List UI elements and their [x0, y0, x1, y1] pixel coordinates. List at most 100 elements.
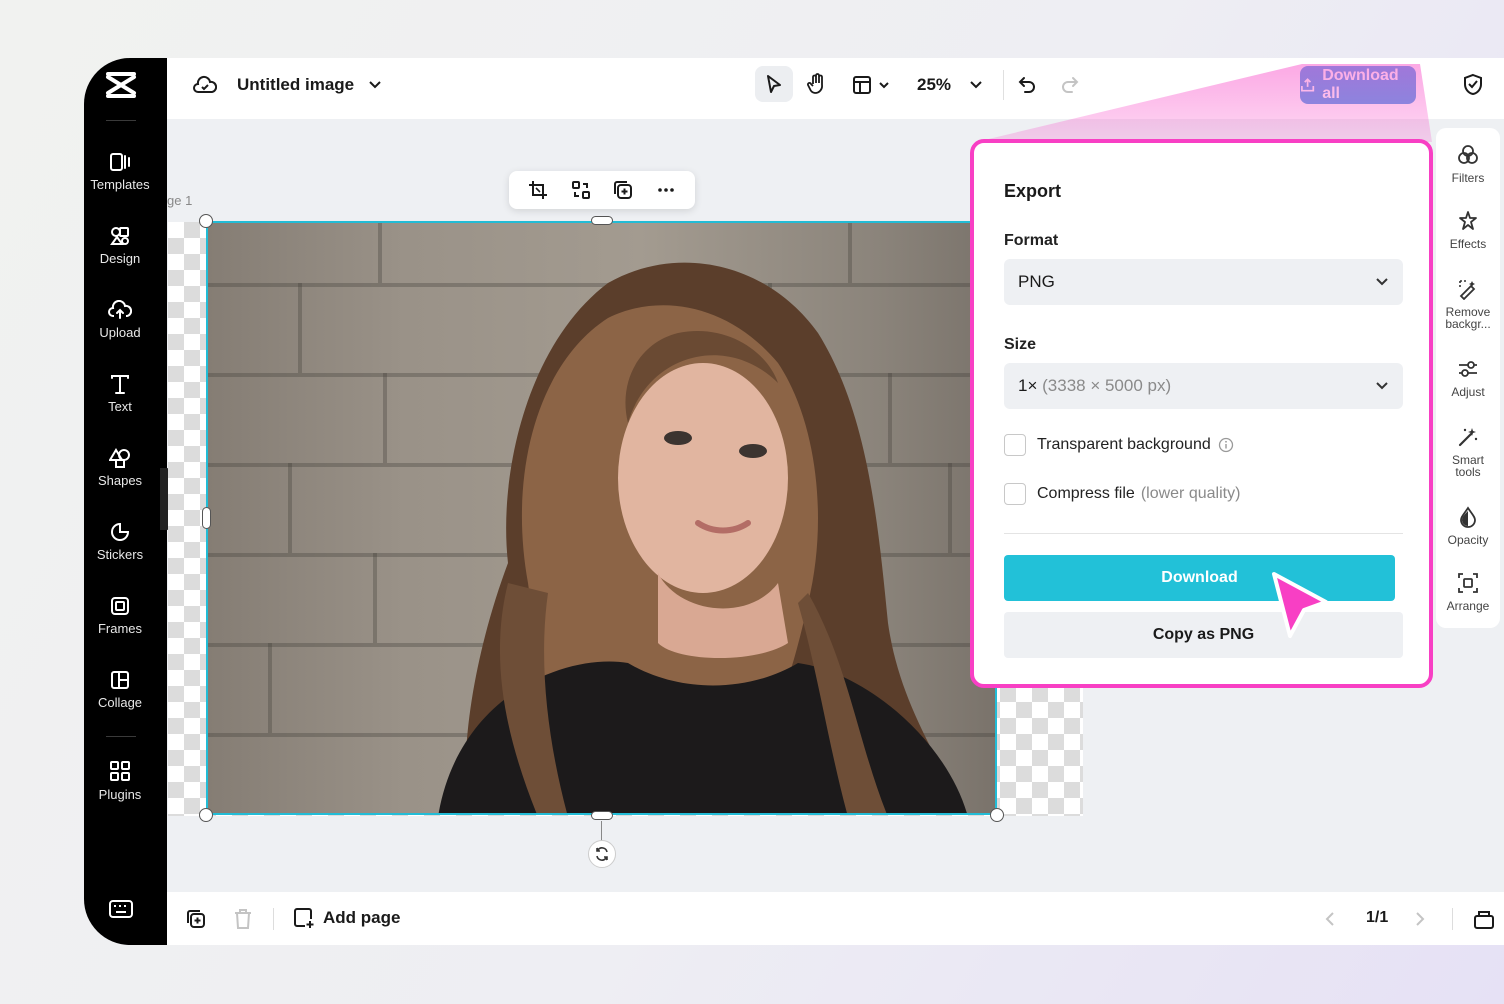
sidebar-item-label: Plugins — [98, 787, 142, 802]
sidebar-item-label: Templates — [90, 177, 150, 192]
sidebar-divider — [106, 120, 136, 121]
resize-handle-bottom-left[interactable] — [199, 808, 213, 822]
text-icon — [111, 375, 129, 394]
add-page-label: Add page — [323, 908, 401, 927]
sidebar-item-upload[interactable]: Upload — [84, 300, 156, 340]
tool-opacity[interactable]: Opacity — [1436, 506, 1500, 546]
top-bar: Untitled image 25% Download all — [167, 58, 1504, 119]
transparent-background-label: Transparent background — [1037, 436, 1211, 453]
cloud-save-icon[interactable] — [193, 75, 217, 95]
select-tool-button[interactable] — [755, 66, 793, 102]
effects-icon — [1459, 211, 1477, 230]
resize-handle-bottom[interactable] — [591, 811, 613, 820]
tool-label: tools — [1455, 465, 1481, 479]
more-options-icon[interactable] — [656, 180, 676, 200]
tool-adjust[interactable]: Adjust — [1436, 358, 1500, 398]
chevron-right-icon[interactable] — [1414, 911, 1426, 927]
resize-handle-top[interactable] — [591, 216, 613, 225]
resize-handle-left[interactable] — [202, 507, 211, 529]
title-dropdown[interactable]: Untitled image — [237, 75, 382, 95]
sidebar-item-text[interactable]: Text — [84, 374, 156, 414]
resize-handle-top-left[interactable] — [199, 214, 213, 228]
sidebar-divider — [106, 736, 136, 737]
sidebar-item-plugins[interactable]: Plugins — [84, 760, 156, 802]
add-page-button[interactable]: Add page — [293, 907, 400, 929]
layout-dropdown[interactable] — [852, 75, 890, 95]
templates-icon — [110, 153, 130, 171]
zoom-dropdown[interactable]: 25% — [917, 75, 983, 95]
sidebar-item-stickers[interactable]: Stickers — [84, 522, 156, 562]
sidebar-item-collage[interactable]: Collage — [84, 670, 156, 710]
arrange-icon — [1458, 573, 1478, 593]
tool-effects[interactable]: Effects — [1436, 210, 1500, 250]
tool-label: Effects — [1449, 237, 1487, 251]
hand-icon — [807, 73, 823, 94]
transparent-background-checkbox[interactable] — [1004, 434, 1026, 456]
left-sidebar: Templates Design Upload Text Shapes Stic… — [84, 58, 167, 945]
collage-icon — [111, 671, 129, 689]
add-page-icon — [294, 908, 314, 928]
plugins-icon — [110, 761, 130, 781]
shapes-icon — [109, 448, 130, 468]
replace-image-icon[interactable] — [571, 180, 591, 200]
format-select[interactable]: PNG — [1004, 259, 1403, 305]
tool-label: Filters — [1451, 171, 1485, 185]
redo-button[interactable] — [1060, 75, 1080, 95]
download-all-button[interactable]: Download all — [1300, 66, 1416, 104]
tool-label: Arrange — [1446, 599, 1490, 613]
crop-icon[interactable] — [528, 180, 548, 200]
capcut-logo[interactable] — [104, 70, 138, 100]
export-divider — [1004, 533, 1403, 534]
sidebar-item-shapes[interactable]: Shapes — [84, 448, 156, 488]
sidebar-item-label: Frames — [97, 621, 143, 636]
sidebar-item-label: Text — [108, 399, 132, 414]
duplicate-page-icon[interactable] — [185, 908, 207, 930]
sidebar-item-frames[interactable]: Frames — [84, 596, 156, 636]
sidebar-item-label: Shapes — [97, 473, 143, 488]
export-panel: Export Format PNG Size 1× (3338 × 5000 p… — [970, 139, 1433, 688]
sidebar-item-label: Stickers — [96, 547, 144, 562]
layout-icon — [853, 76, 871, 94]
delete-page-icon[interactable] — [233, 908, 253, 930]
rotate-connector — [601, 821, 602, 841]
bottom-divider — [1452, 908, 1453, 930]
hand-tool-button[interactable] — [798, 66, 836, 102]
chevron-down-icon — [879, 82, 889, 89]
compress-file-label: Compress file — [1037, 485, 1135, 502]
shield-button[interactable] — [1462, 73, 1484, 97]
rotate-button[interactable] — [588, 840, 616, 868]
zoom-level: 25% — [917, 75, 952, 94]
sidebar-item-label: Collage — [97, 695, 143, 710]
tool-arrange[interactable]: Arrange — [1436, 572, 1500, 612]
info-icon[interactable] — [1218, 437, 1234, 453]
pointer-cursor-icon — [1272, 572, 1328, 638]
sidebar-item-design[interactable]: Design — [84, 226, 156, 266]
size-select[interactable]: 1× (3338 × 5000 px) — [1004, 363, 1403, 409]
transparent-background-option[interactable]: Transparent background — [1004, 434, 1234, 456]
size-label: Size — [1004, 336, 1037, 353]
sidebar-item-templates[interactable]: Templates — [84, 152, 156, 192]
chevron-down-icon — [970, 81, 982, 89]
tool-smart-tools[interactable]: Smart tools — [1436, 426, 1500, 478]
duplicate-icon[interactable] — [613, 180, 633, 200]
canvas-image[interactable] — [206, 221, 997, 815]
undo-button[interactable] — [1017, 75, 1037, 95]
tool-remove-background[interactable]: Remove backgr... — [1436, 278, 1500, 330]
chevron-left-icon[interactable] — [1324, 911, 1336, 927]
compress-file-option[interactable]: Compress file (lower quality) — [1004, 483, 1240, 505]
frames-icon — [111, 597, 129, 615]
portrait-subject — [438, 262, 967, 813]
tool-label: backgr... — [1445, 317, 1491, 331]
remove-background-icon — [1459, 280, 1476, 300]
keyboard-icon[interactable] — [109, 900, 133, 918]
undo-icon — [1018, 77, 1035, 93]
compress-file-checkbox[interactable] — [1004, 483, 1026, 505]
copy-as-png-button[interactable]: Copy as PNG — [1004, 612, 1403, 658]
download-button[interactable]: Download — [1004, 555, 1395, 601]
opacity-icon — [1460, 506, 1476, 528]
tool-filters[interactable]: Filters — [1436, 144, 1500, 184]
page-manager-icon[interactable] — [1473, 908, 1495, 930]
resize-handle-bottom-right[interactable] — [990, 808, 1004, 822]
chevron-down-icon — [369, 81, 381, 89]
bottom-divider — [273, 908, 274, 930]
